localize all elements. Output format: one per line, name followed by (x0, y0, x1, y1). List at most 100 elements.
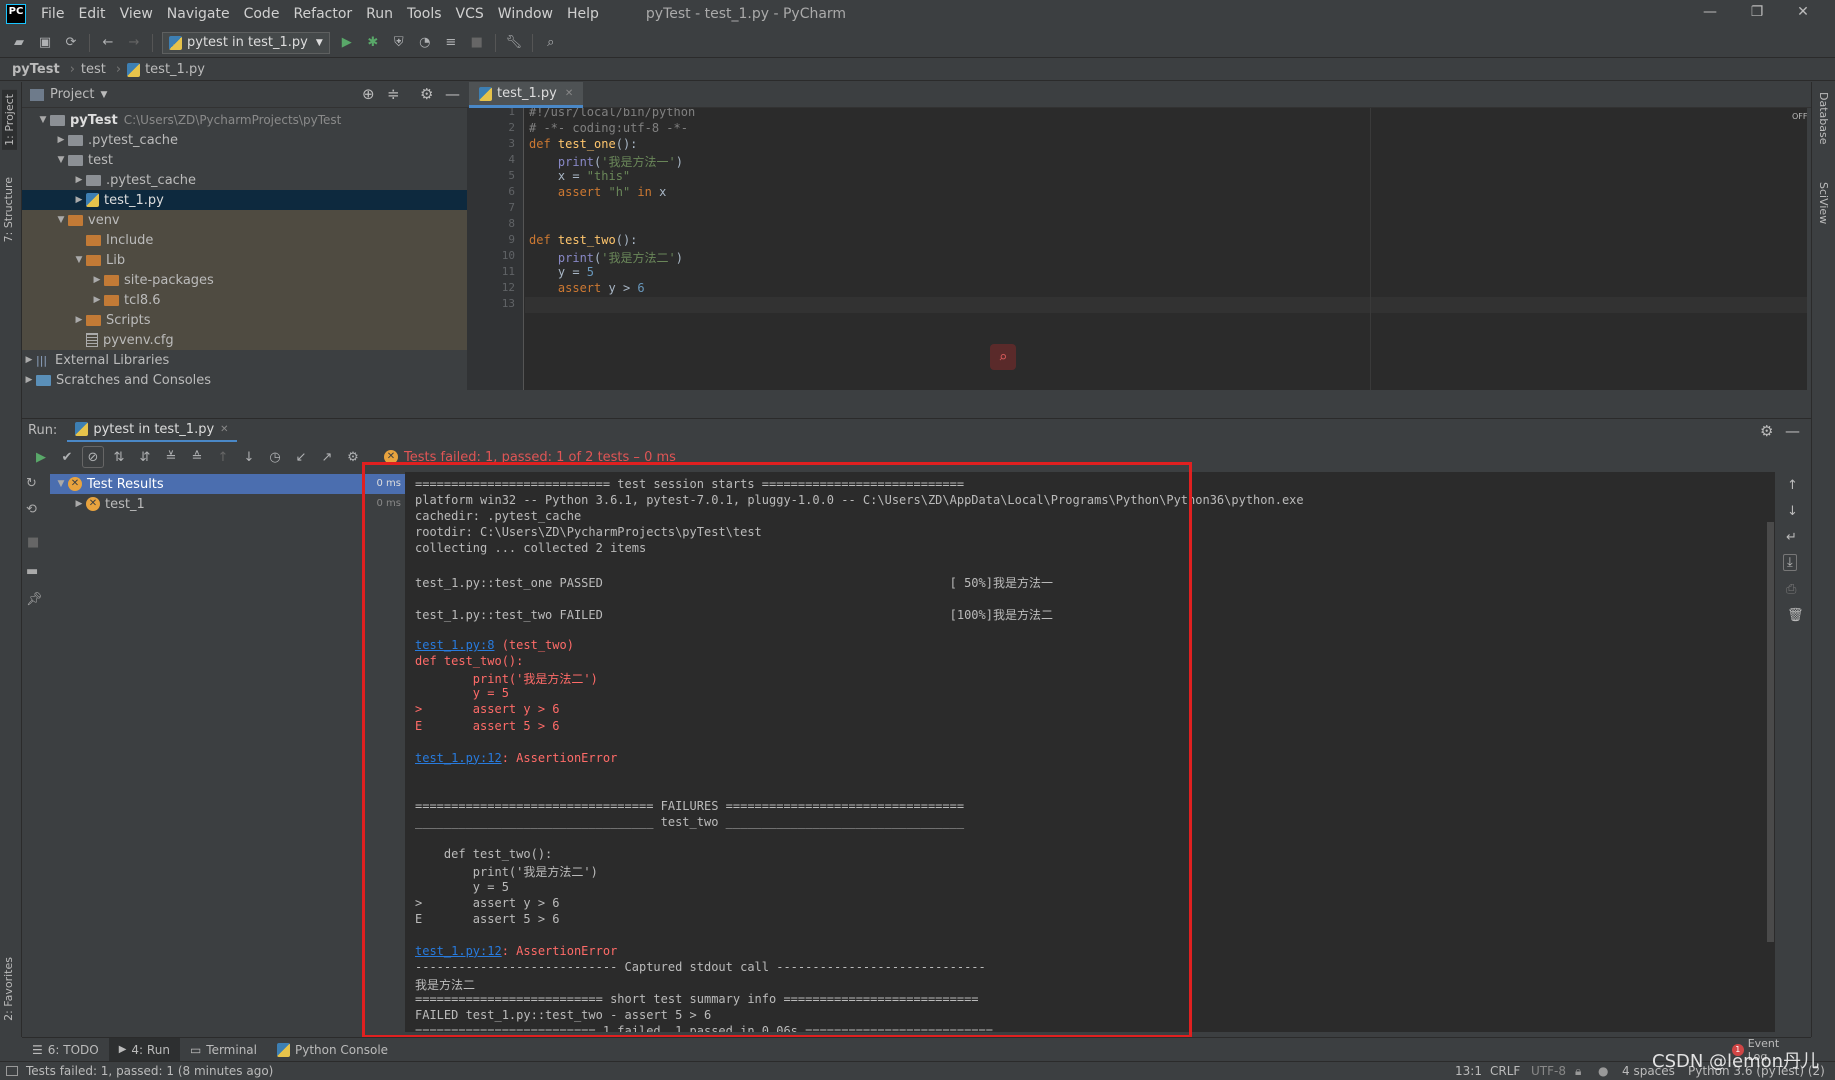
project-panel-title[interactable]: Project (50, 87, 94, 102)
previous-failed-icon[interactable]: ↑ (212, 446, 234, 468)
search-icon[interactable]: ⌕ (540, 32, 562, 54)
menu-file[interactable]: File (34, 6, 71, 22)
chevron-down-icon[interactable]: ▼ (100, 90, 107, 100)
tree-item-tcl[interactable]: ▶ tcl8.6 (22, 290, 467, 310)
expand-arrow-icon[interactable]: ▼ (72, 255, 86, 265)
menu-view[interactable]: View (113, 6, 160, 22)
tree-item-test-results[interactable]: ▼ ✕ Test Results (50, 474, 365, 494)
tree-item-scratches[interactable]: ▶ Scratches and Consoles (22, 370, 467, 390)
open-folder-icon[interactable]: ▰ (8, 32, 30, 54)
menu-code[interactable]: Code (237, 6, 287, 22)
menu-edit[interactable]: Edit (71, 6, 112, 22)
expand-arrow-icon[interactable]: ▶ (54, 135, 68, 145)
run-configuration-select[interactable]: pytest in test_1.py ▼ (162, 31, 330, 54)
menu-help[interactable]: Help (560, 6, 606, 22)
coverage-icon[interactable]: ⛨ (388, 32, 410, 54)
scroll-to-end-icon[interactable]: ⤓ (1783, 554, 1797, 571)
expand-arrow-icon[interactable]: ▶ (90, 275, 104, 285)
run-icon[interactable]: ▶ (336, 32, 358, 54)
hide-icon[interactable]: — (1785, 422, 1800, 440)
lock-icon[interactable]: 🔒︎ (1575, 1064, 1581, 1079)
expand-arrow-icon[interactable]: ▶ (22, 355, 36, 365)
history-icon[interactable]: ◷ (264, 446, 286, 468)
stop-icon[interactable]: ■ (466, 32, 488, 54)
show-passed-icon[interactable]: ✔ (56, 446, 78, 468)
expand-all-icon[interactable]: ≚ (160, 446, 182, 468)
sync-icon[interactable]: ⟳ (60, 32, 82, 54)
locate-icon[interactable]: ⊕ (362, 85, 375, 103)
tab-favorites[interactable]: 2: Favorites (2, 957, 15, 1021)
tree-item-site-packages[interactable]: ▶ site-packages (22, 270, 467, 290)
tree-item-scripts[interactable]: ▶ Scripts (22, 310, 467, 330)
tree-item-include[interactable]: Include (22, 230, 467, 250)
menu-tools[interactable]: Tools (400, 6, 449, 22)
expand-arrow-icon[interactable]: ▼ (36, 115, 50, 125)
status-message[interactable]: Tests failed: 1, passed: 1 (8 minutes ag… (26, 1064, 273, 1078)
window-layout-icon[interactable] (6, 1066, 18, 1076)
tab-structure[interactable]: 7: Structure (2, 177, 15, 242)
close-tab-icon[interactable]: ✕ (220, 424, 228, 435)
tab-python-console[interactable]: Python Console (267, 1038, 398, 1062)
expand-arrow-icon[interactable]: ▶ (72, 499, 86, 509)
tree-item-test-1[interactable]: ▶ ✕ test_1 (50, 494, 365, 514)
cursor-position[interactable]: 13:1 (1455, 1064, 1482, 1078)
inspections-icon[interactable]: ● (1598, 1064, 1608, 1078)
expand-arrow-icon[interactable]: ▶ (22, 375, 36, 385)
rerun-failed-icon[interactable]: ↻ (26, 476, 37, 491)
restore-icon[interactable]: ❐ (1747, 4, 1767, 24)
toggle-auto-test-icon[interactable]: ⟲ (26, 502, 37, 517)
tree-item-test[interactable]: ▼ test (22, 150, 467, 170)
expand-arrow-icon[interactable]: ▶ (72, 195, 86, 205)
menu-vcs[interactable]: VCS (449, 6, 491, 22)
tree-item-pyvenv-cfg[interactable]: pyvenv.cfg (22, 330, 467, 350)
menu-run[interactable]: Run (359, 6, 400, 22)
expand-arrow-icon[interactable]: ▼ (54, 215, 68, 225)
sort-duration-icon[interactable]: ⇵ (134, 446, 156, 468)
forward-icon[interactable]: → (123, 32, 145, 54)
console-scrollbar[interactable] (1767, 522, 1774, 942)
arrow-up-icon[interactable]: ↑ (1787, 478, 1798, 493)
debug-icon[interactable]: ✱ (362, 32, 384, 54)
tree-item-pytest[interactable]: ▼ pyTest C:\Users\ZD\PycharmProjects\pyT… (22, 110, 467, 130)
hide-icon[interactable]: — (445, 85, 460, 103)
file-encoding[interactable]: UTF-8 (1531, 1064, 1566, 1078)
tab-sciview[interactable]: SciView (1817, 182, 1830, 224)
expand-arrow-icon[interactable]: ▶ (90, 295, 104, 305)
concurrency-icon[interactable]: ≡ (440, 32, 462, 54)
tab-todo[interactable]: ☰ 6: TODO (22, 1038, 109, 1062)
arrow-down-icon[interactable]: ↓ (1787, 504, 1798, 519)
expand-arrow-icon[interactable]: ▶ (72, 315, 86, 325)
gear-icon[interactable]: ⚙ (420, 85, 433, 103)
expand-arrow-icon[interactable]: ▼ (54, 479, 68, 489)
editor-tab-test-1-py[interactable]: test_1.py ✕ (469, 82, 584, 108)
stop-icon[interactable]: ■ (27, 535, 39, 550)
menu-window[interactable]: Window (491, 6, 560, 22)
run-tab-pytest[interactable]: pytest in test_1.py ✕ (67, 419, 237, 443)
tab-project[interactable]: 1: Project (2, 90, 17, 150)
close-icon[interactable]: ✕ (1793, 4, 1813, 24)
show-ignored-icon[interactable]: ⊘ (82, 446, 104, 468)
expand-arrow-icon[interactable]: ▼ (54, 155, 68, 165)
next-failed-icon[interactable]: ↓ (238, 446, 260, 468)
wrench-icon[interactable]: 🔧︎ (503, 32, 525, 54)
tab-database[interactable]: Database (1817, 92, 1830, 145)
gear-icon[interactable]: ⚙ (342, 446, 364, 468)
tree-item-external-libraries[interactable]: ▶ ||| External Libraries (22, 350, 467, 370)
menu-refactor[interactable]: Refactor (286, 6, 359, 22)
line-separator[interactable]: CRLF (1490, 1064, 1520, 1078)
import-icon[interactable]: ↙ (290, 446, 312, 468)
layout-icon[interactable]: ▬ (26, 564, 38, 579)
menu-navigate[interactable]: Navigate (160, 6, 237, 22)
code-editor[interactable]: 1 2 3 4 5 6 7 8 9 10 11 12 13 #!/usr/local/bin/pytho… (467, 108, 1807, 390)
close-tab-icon[interactable]: ✕ (565, 88, 573, 99)
gear-icon[interactable]: ⚙ (1760, 422, 1773, 440)
soft-wrap-icon[interactable]: ↵ (1786, 530, 1797, 545)
collapse-icon[interactable]: ≑ (387, 85, 400, 103)
back-icon[interactable]: ← (97, 32, 119, 54)
breadcrumb-folder[interactable]: test (81, 62, 106, 77)
minimize-icon[interactable]: — (1700, 4, 1720, 24)
tree-item-test-pytest-cache[interactable]: ▶ .pytest_cache (22, 170, 467, 190)
breadcrumb-project[interactable]: pyTest (12, 62, 60, 77)
print-icon[interactable]: ⎙ (1786, 582, 1796, 597)
export-icon[interactable]: ↗ (316, 446, 338, 468)
